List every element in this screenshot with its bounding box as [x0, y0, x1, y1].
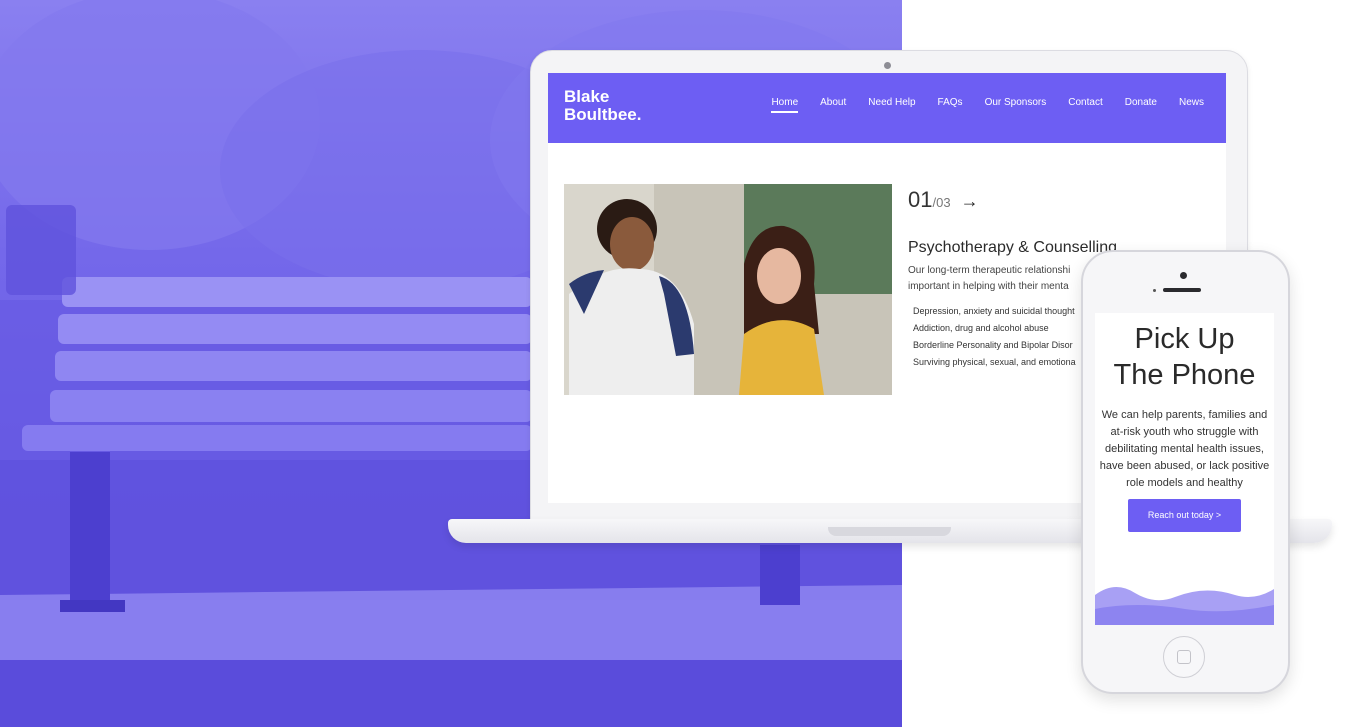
- mobile-title-line-2: The Phone: [1113, 359, 1256, 391]
- next-arrow-icon[interactable]: →: [961, 191, 979, 211]
- hero-photo: [564, 184, 892, 395]
- reach-out-button[interactable]: Reach out today >: [1128, 499, 1241, 532]
- service-list: Depression, anxiety and suicidal thought…: [913, 303, 1076, 371]
- list-item: Surviving physical, sexual, and emotiona: [913, 357, 1076, 367]
- slide-counter: 01/03 →: [908, 187, 979, 213]
- phone-speaker: [1163, 288, 1201, 292]
- nav-faqs[interactable]: FAQs: [938, 97, 963, 108]
- nav-donate[interactable]: Donate: [1125, 97, 1157, 108]
- phone-home-button[interactable]: [1163, 636, 1205, 678]
- nav-home[interactable]: Home: [771, 97, 798, 113]
- logo-line-1: Blake: [564, 87, 610, 106]
- mobile-title: Pick Up The Phone: [1095, 321, 1274, 393]
- laptop-notch: [828, 527, 951, 536]
- list-item: Depression, anxiety and suicidal thought: [913, 306, 1075, 316]
- laptop-camera: [884, 62, 891, 69]
- mobile-title-line-1: Pick Up: [1134, 323, 1235, 355]
- slide-current: 01: [908, 187, 933, 212]
- logo-line-2: Boultbee.: [564, 105, 642, 124]
- site-logo[interactable]: Blake Boultbee.: [564, 88, 641, 124]
- site-header: Blake Boultbee. Home About Need Help FAQ…: [548, 73, 1226, 143]
- mobile-body-text: We can help parents, families and at-ris…: [1099, 409, 1270, 489]
- mobile-footer-image: [1095, 575, 1274, 625]
- slide-total: /03: [932, 195, 951, 210]
- phone-sensor: [1153, 289, 1156, 292]
- main-nav: Home About Need Help FAQs Our Sponsors C…: [771, 97, 1204, 113]
- phone-camera: [1180, 272, 1187, 279]
- list-item: Borderline Personality and Bipolar Disor: [913, 340, 1073, 350]
- list-item: Addiction, drug and alcohol abuse: [913, 323, 1049, 333]
- nav-news[interactable]: News: [1179, 97, 1204, 108]
- service-title: Psychotherapy & Counselling: [908, 239, 1118, 256]
- two-people-photo: [564, 184, 892, 395]
- nav-need-help[interactable]: Need Help: [868, 97, 915, 108]
- nav-about[interactable]: About: [820, 97, 846, 108]
- nav-contact[interactable]: Contact: [1068, 97, 1102, 108]
- phone-screen: Pick Up The Phone We can help parents, f…: [1095, 313, 1274, 625]
- nav-our-sponsors[interactable]: Our Sponsors: [985, 97, 1047, 108]
